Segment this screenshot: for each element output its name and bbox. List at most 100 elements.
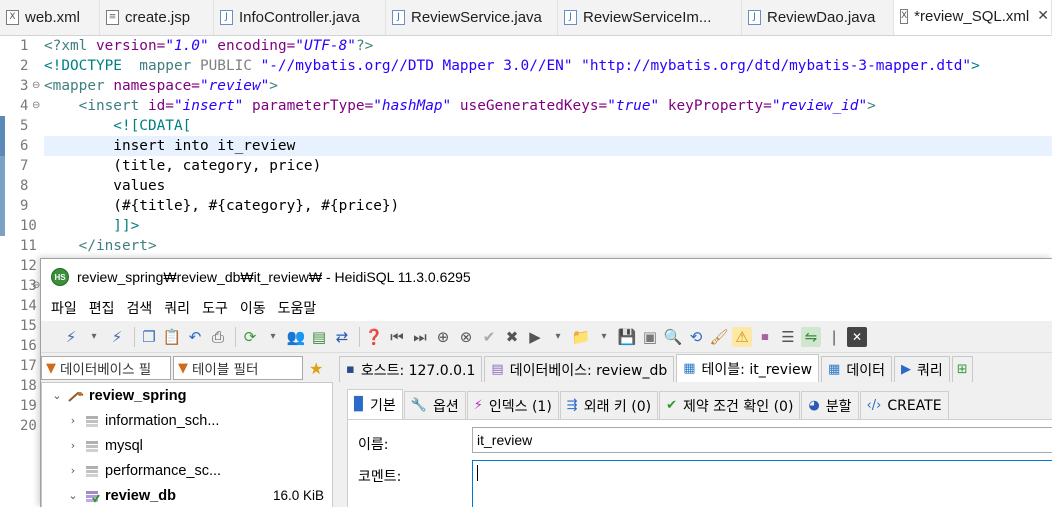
tab-host[interactable]: ▪ 호스트: 127.0.0.1	[339, 356, 483, 382]
dropdown-arrow-icon[interactable]: ▾	[594, 327, 614, 347]
comment-label: 코멘트:	[358, 469, 402, 485]
tab-create-code[interactable]: ‹/› CREATE	[859, 391, 949, 419]
table-name-input[interactable]: it_review	[472, 427, 1052, 453]
editor-tab-web-xml[interactable]: X web.xml	[0, 0, 100, 35]
find-icon[interactable]: 🔍	[663, 327, 683, 347]
first-record-icon[interactable]: ⏮	[387, 327, 407, 347]
chevron-right-icon[interactable]: ›	[66, 464, 80, 477]
code-line-10: ]]>	[44, 218, 140, 234]
favorite-star-icon[interactable]: ★	[309, 359, 323, 378]
help-icon[interactable]: ❓	[364, 327, 384, 347]
tree-item-review-spring[interactable]: ⌄ review_spring	[42, 383, 332, 408]
tab-query[interactable]: ▶ 쿼리	[893, 356, 950, 382]
fold-toggle-icon[interactable]: ⊖	[32, 96, 40, 116]
line-number: 5	[20, 118, 29, 134]
table-comment-input[interactable]	[472, 460, 1052, 507]
chevron-down-icon[interactable]: ⌄	[50, 389, 64, 402]
sync-icon[interactable]: ⇋	[801, 326, 821, 347]
tree-item-information-schema[interactable]: › information_sch...	[42, 408, 332, 433]
change-marker	[0, 156, 5, 236]
open-folder-icon[interactable]: 📁	[571, 327, 591, 347]
tree-item-performance-schema[interactable]: › performance_sc...	[42, 458, 332, 483]
tag-close: >	[269, 78, 278, 94]
window-title-bar[interactable]: HS review_spring₩review_db₩it_review₩ - …	[41, 259, 1052, 295]
menu-go[interactable]: 이동	[234, 298, 272, 318]
editor-tab-reviewserviceimpl[interactable]: J ReviewServiceIm...	[558, 0, 742, 35]
user-manager-icon[interactable]: 👥	[286, 327, 306, 347]
database-filter-input[interactable]: ▼ 데이터베이스 필	[41, 356, 171, 380]
tab-database[interactable]: ▤ 데이터베이스: review_db	[484, 356, 675, 382]
database-tree[interactable]: ⌄ review_spring › information_sch... › m…	[41, 382, 333, 507]
chevron-right-icon[interactable]: ›	[66, 414, 80, 427]
menu-tools[interactable]: 도구	[196, 298, 234, 318]
code-line-8: values	[44, 178, 166, 194]
replace-icon[interactable]: ⟲	[686, 327, 706, 347]
editor-tab-create-jsp[interactable]: ≡ create.jsp	[100, 0, 214, 35]
warning-icon[interactable]: ⚠	[732, 326, 752, 347]
tab-indexes[interactable]: ⚡ 인덱스 (1)	[466, 391, 559, 419]
paste-icon[interactable]: 📋	[162, 327, 182, 347]
disconnect-icon[interactable]: ⚡	[107, 327, 127, 347]
chevron-down-icon[interactable]: ⌄	[66, 489, 80, 502]
editor-tab-review-sql[interactable]: X *review_SQL.xml ✕	[894, 0, 1052, 35]
refresh-icon[interactable]: ⟳	[240, 327, 260, 347]
cancel-record-icon[interactable]: ✖	[502, 327, 522, 347]
undo-icon[interactable]: ↶	[185, 327, 205, 347]
editor-tab-reviewdao[interactable]: J ReviewDao.java	[742, 0, 894, 35]
code-lines[interactable]: <?xml version="1.0" encoding="UTF-8"?> <…	[44, 36, 1052, 256]
tab-partitions[interactable]: ◕ 분할	[801, 391, 859, 419]
menu-search[interactable]: 검색	[121, 298, 159, 318]
menu-file[interactable]: 파일	[45, 298, 83, 318]
run-query-icon[interactable]: ▶	[525, 327, 545, 347]
line-number: 12	[20, 258, 37, 274]
tab-indexes-label: 인덱스 (1)	[488, 398, 552, 415]
tree-item-review-db[interactable]: ⌄ review_db 16.0 KiB	[42, 483, 332, 507]
tree-item-mysql[interactable]: › mysql	[42, 433, 332, 458]
close-icon[interactable]: ✕	[1037, 8, 1049, 24]
close-tab-icon[interactable]: ✕	[847, 326, 867, 347]
dropdown-arrow-icon[interactable]: ▾	[548, 327, 568, 347]
add-record-icon[interactable]: ⊕	[433, 327, 453, 347]
tab-check-constraints[interactable]: ✔ 제약 조건 확인 (0)	[659, 391, 801, 419]
tab-data[interactable]: ▦ 데이터	[821, 356, 892, 382]
line-number: 1	[20, 38, 29, 54]
table-filter-input[interactable]: ▼ 테이블 필터	[173, 356, 303, 380]
database-size: 16.0 KiB	[272, 488, 324, 503]
dropdown-arrow-icon[interactable]: ▾	[263, 327, 283, 347]
save-icon[interactable]: 💾	[617, 327, 637, 347]
filter-icon: ▼	[46, 360, 56, 376]
chevron-right-icon[interactable]: ›	[66, 439, 80, 452]
menu-query[interactable]: 쿼리	[158, 298, 196, 318]
line-number-foldable: 13 ⊖	[6, 276, 44, 296]
post-record-icon[interactable]: ✔	[479, 327, 499, 347]
java-file-icon: J	[220, 9, 233, 25]
tab-new-query[interactable]: ⊞	[951, 356, 973, 382]
editor-tab-reviewservice[interactable]: J ReviewService.java	[386, 0, 558, 35]
save-as-icon[interactable]: ▣	[640, 327, 660, 347]
binary-icon[interactable]: ▦	[755, 327, 775, 347]
export-icon[interactable]: ▤	[309, 327, 329, 347]
tab-table[interactable]: ▦ 테이블: it_review	[676, 354, 820, 382]
delete-record-icon[interactable]: ⊗	[456, 327, 476, 347]
doctype-close: >	[971, 58, 980, 74]
menu-edit[interactable]: 편집	[83, 298, 121, 318]
line-number: 9	[20, 198, 29, 214]
tag-close: >	[867, 98, 876, 114]
menu-help[interactable]: 도움말	[272, 298, 323, 318]
tab-options[interactable]: 🔧 옵션	[403, 391, 466, 419]
tab-foreign-keys[interactable]: ⇶ 외래 키 (0)	[559, 391, 659, 419]
host-icon: ▪	[346, 362, 355, 377]
last-record-icon[interactable]: ⏭	[410, 327, 430, 347]
tab-basic[interactable]: ▉ 기본	[347, 389, 403, 419]
fold-toggle-icon[interactable]: ⊖	[32, 76, 40, 96]
print-icon[interactable]: ⎙	[208, 327, 228, 347]
transfer-icon[interactable]: ⇄	[332, 327, 352, 347]
format-sql-icon[interactable]: 🖌	[709, 327, 729, 347]
comment-icon[interactable]: ❘	[824, 327, 844, 347]
editor-tab-infocontroller[interactable]: J InfoController.java	[214, 0, 386, 35]
dropdown-arrow-icon[interactable]: ▾	[84, 327, 104, 347]
connect-plug-icon[interactable]: ⚡	[61, 327, 81, 347]
wrap-lines-icon[interactable]: ☰	[778, 327, 798, 347]
copy-icon[interactable]: ❐	[139, 327, 159, 347]
